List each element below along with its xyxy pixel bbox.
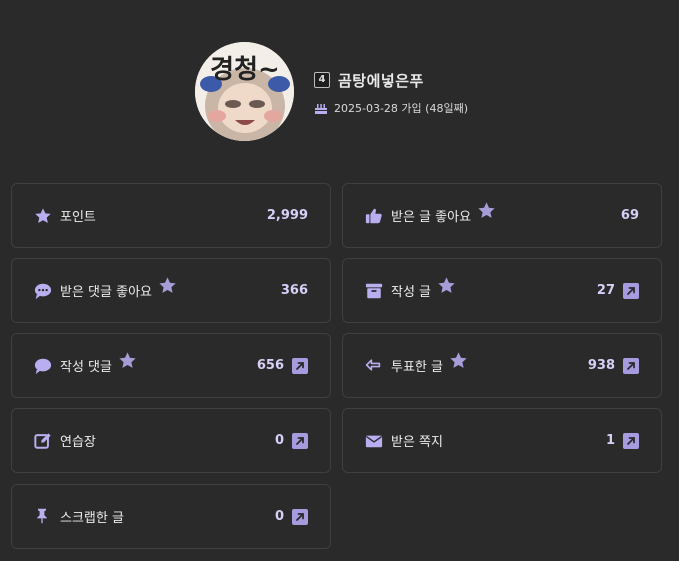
stat-card-left: 작성 댓글 [34,334,137,397]
stat-card-right: 0 [275,485,308,548]
stat-label: 받은 쪽지 [391,435,443,450]
stat-label: 연습장 [60,435,96,450]
stat-card-right: 366 [281,259,308,322]
stat-card-right: 69 [621,184,639,247]
featured-star-icon [477,201,496,220]
level-badge: 4 [314,72,330,88]
comment-icon [34,357,52,375]
stat-card-left: 포인트 [34,184,96,247]
stat-card-right: 1 [606,409,639,472]
stat-card-left: 투표한 글 [365,334,468,397]
stat-value: 656 [256,358,284,373]
stat-card-left: 작성 글 [365,259,456,322]
featured-star-icon [158,276,177,295]
stat-card-right: 938 [588,334,639,397]
thumbs-up-icon [365,207,383,225]
nickname: 곰탕에넣은푸 [338,71,424,90]
external-link-icon[interactable] [623,432,639,449]
stat-card-right: 0 [275,409,308,472]
edit-icon [34,432,52,450]
stat-card-scrapped-posts[interactable]: 스크랩한 글 0 [11,484,331,549]
stat-value: 938 [587,358,615,373]
stat-value: 69 [620,208,639,223]
profile-header: 경청~ 4 곰탕에넣은푸 2025-03-28 가입 (48일째) [195,42,615,142]
avatar[interactable]: 경청~ [195,42,294,141]
stat-value: 0 [274,433,284,448]
stat-value: 27 [596,283,615,298]
profile-info: 4 곰탕에넣은푸 2025-03-28 가입 (48일째) [314,70,468,116]
external-link-icon[interactable] [623,357,639,374]
external-link-icon[interactable] [292,357,308,374]
avatar-image: 경청~ [195,42,294,141]
envelope-icon [365,432,383,450]
stat-value: 366 [280,283,308,298]
stat-card-right: 656 [257,334,308,397]
external-link-icon[interactable] [623,282,639,299]
comment-dots-icon [34,282,52,300]
star-icon [34,207,52,225]
stat-card-left: 받은 쪽지 [365,409,443,472]
stat-card-written-comments[interactable]: 작성 댓글 656 [11,333,331,398]
stat-card-points: 포인트 2,999 [11,183,331,248]
stat-card-received-messages[interactable]: 받은 쪽지 1 [342,408,662,473]
stat-card-left: 받은 글 좋아요 [365,184,496,247]
stat-card-right: 27 [597,259,639,322]
name-row: 4 곰탕에넣은푸 [314,70,468,90]
external-link-icon[interactable] [292,508,308,525]
stat-label: 받은 글 좋아요 [391,210,472,225]
stat-card-left: 받은 댓글 좋아요 [34,259,177,322]
stat-value: 0 [274,509,284,524]
stat-label: 스크랩한 글 [60,511,124,526]
featured-star-icon [449,351,468,370]
stat-card-practice[interactable]: 연습장 0 [11,408,331,473]
stat-label: 작성 글 [391,285,432,300]
stat-value: 1 [605,433,615,448]
stat-card-received-comment-likes: 받은 댓글 좋아요 366 [11,258,331,323]
stat-card-right: 2,999 [267,184,308,247]
stat-value: 2,999 [266,208,308,223]
stat-card-voted-posts[interactable]: 투표한 글 938 [342,333,662,398]
pin-icon [34,508,52,526]
join-date-row: 2025-03-28 가입 (48일째) [314,100,468,116]
stat-label: 포인트 [60,210,96,225]
arrow-left-icon [365,357,383,375]
join-date-text: 2025-03-28 가입 (48일째) [334,102,468,115]
featured-star-icon [118,351,137,370]
external-link-icon[interactable] [292,432,308,449]
stat-card-written-posts[interactable]: 작성 글 27 [342,258,662,323]
archive-icon [365,282,383,300]
avatar-text: 경청~ [210,55,280,85]
stat-card-received-post-likes: 받은 글 좋아요 69 [342,183,662,248]
stat-card-left: 연습장 [34,409,96,472]
stat-label: 작성 댓글 [60,360,112,375]
stat-card-left: 스크랩한 글 [34,485,124,548]
stat-label: 투표한 글 [391,360,443,375]
featured-star-icon [437,276,456,295]
birthday-cake-icon [315,104,327,114]
stat-label: 받은 댓글 좋아요 [60,285,152,300]
